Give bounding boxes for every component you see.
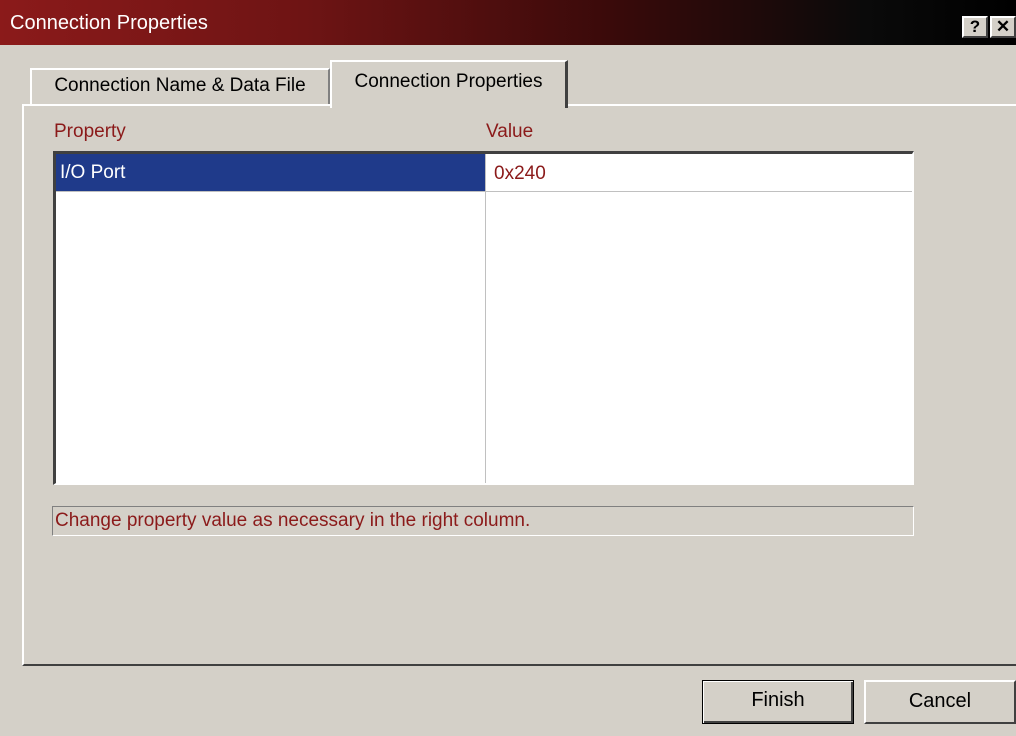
close-button[interactable]: ✕ xyxy=(990,16,1016,38)
dialog-window: Connection Properties ? ✕ Connection Nam… xyxy=(0,0,1016,736)
property-grid[interactable]: I/O Port 0x240 xyxy=(53,151,914,485)
column-divider xyxy=(485,154,486,483)
help-button[interactable]: ? xyxy=(962,16,988,38)
status-hint: Change property value as necessary in th… xyxy=(52,506,914,536)
cancel-button[interactable]: Cancel xyxy=(864,680,1016,724)
tab-connection-properties[interactable]: Connection Properties xyxy=(330,60,568,108)
window-title: Connection Properties xyxy=(10,12,208,34)
table-row[interactable]: I/O Port 0x240 xyxy=(56,154,912,192)
tab-label: Connection Properties xyxy=(354,71,543,92)
column-header-property: Property xyxy=(54,121,126,142)
column-header-value: Value xyxy=(486,121,534,142)
tab-label: Connection Name & Data File xyxy=(54,75,306,96)
close-icon: ✕ xyxy=(995,17,1011,36)
help-icon: ? xyxy=(969,17,981,36)
tab-connection-name-data-file[interactable]: Connection Name & Data File xyxy=(30,68,330,106)
finish-button[interactable]: Finish xyxy=(702,680,854,724)
property-cell[interactable]: I/O Port xyxy=(56,154,485,191)
value-cell[interactable]: 0x240 xyxy=(486,154,912,191)
title-bar[interactable]: Connection Properties ? ✕ xyxy=(0,0,1016,45)
